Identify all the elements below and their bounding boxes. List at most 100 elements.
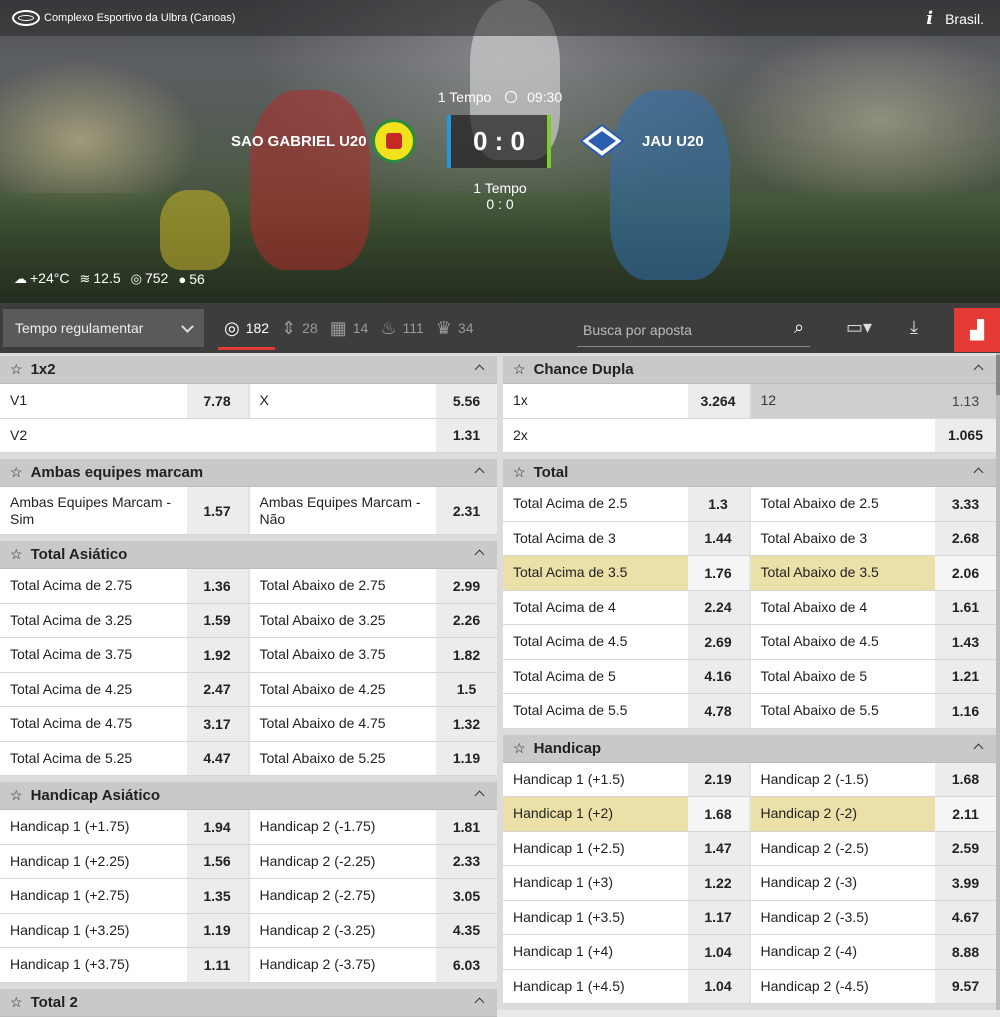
odds-value[interactable]: 1.3 <box>687 487 749 521</box>
odds-value[interactable]: 1.94 <box>186 810 248 844</box>
odds-value[interactable]: 1.92 <box>186 638 248 672</box>
odds-value[interactable]: 1.59 <box>186 603 248 637</box>
chevron-up-icon[interactable] <box>474 364 485 375</box>
odds-value[interactable]: 2.47 <box>186 672 248 706</box>
star-icon[interactable]: ☆ <box>10 994 23 1011</box>
odds-cell[interactable]: Total Acima de 4 2.24 <box>503 590 749 624</box>
tab-special-markets[interactable]: ♛ 34 <box>430 303 480 353</box>
stats-button[interactable]: ▟ <box>954 308 1000 352</box>
star-icon[interactable]: ☆ <box>513 361 526 378</box>
odds-cell[interactable]: Total Abaixo de 3.5 2.06 <box>748 556 996 590</box>
odds-value[interactable]: 3.05 <box>436 879 497 913</box>
odds-cell[interactable]: Handicap 1 (+3.5) 1.17 <box>503 900 749 934</box>
odds-cell[interactable]: Handicap 1 (+4) 1.04 <box>503 935 749 969</box>
odds-value[interactable]: 4.47 <box>186 741 248 775</box>
market-header[interactable]: ☆ Total Asiático <box>0 541 497 569</box>
scrollbar[interactable] <box>996 353 1000 1010</box>
odds-value[interactable]: 8.88 <box>935 935 996 969</box>
odds-value[interactable]: 4.78 <box>687 694 749 728</box>
odds-cell[interactable]: Handicap 1 (+3.25) 1.19 <box>0 913 248 947</box>
odds-cell[interactable]: Handicap 2 (-2.75) 3.05 <box>247 879 497 913</box>
odds-value[interactable]: 3.33 <box>935 487 996 521</box>
odds-cell[interactable]: Total Abaixo de 4.25 1.5 <box>247 672 497 706</box>
market-header[interactable]: ☆ Total 2 <box>0 988 497 1017</box>
odds-value[interactable]: 3.17 <box>186 707 248 741</box>
odds-cell[interactable]: Total Acima de 3.75 1.92 <box>0 638 248 672</box>
odds-cell[interactable]: Total Abaixo de 5 1.21 <box>748 659 996 693</box>
odds-value[interactable]: 1.065 <box>935 418 996 452</box>
odds-value[interactable]: 1.82 <box>436 638 497 672</box>
odds-value[interactable]: 2.06 <box>935 556 996 590</box>
odds-cell[interactable]: Total Acima de 2.5 1.3 <box>503 487 749 521</box>
odds-value[interactable]: 7.78 <box>186 384 248 418</box>
odds-cell[interactable]: Total Abaixo de 3 2.68 <box>748 521 996 555</box>
odds-value[interactable]: 1.47 <box>687 831 749 865</box>
odds-value[interactable]: 3.99 <box>935 866 996 900</box>
star-icon[interactable]: ☆ <box>10 464 23 481</box>
odds-cell[interactable]: Handicap 2 (-3.5) 4.67 <box>748 900 996 934</box>
odds-value[interactable]: 1.04 <box>687 935 749 969</box>
odds-cell[interactable]: Total Acima de 5.5 4.78 <box>503 694 749 728</box>
odds-value[interactable]: 9.57 <box>935 969 996 1003</box>
odds-cell[interactable]: Total Acima de 3.5 1.76 <box>503 556 749 590</box>
odds-cell[interactable]: Handicap 2 (-3) 3.99 <box>748 866 996 900</box>
odds-cell[interactable]: 1x 3.264 <box>503 384 749 418</box>
odds-cell[interactable]: Handicap 2 (-1.75) 1.81 <box>247 810 497 844</box>
chevron-up-icon[interactable] <box>973 743 984 753</box>
odds-value[interactable]: 2.99 <box>436 569 497 603</box>
chevron-up-icon[interactable] <box>474 790 485 801</box>
odds-cell[interactable]: Handicap 2 (-2.25) 2.33 <box>247 844 497 878</box>
odds-cell[interactable]: Ambas Equipes Marcam - Não 2.31 <box>247 487 497 534</box>
market-header[interactable]: ☆ Total <box>503 459 996 487</box>
odds-cell[interactable]: V1 7.78 <box>0 384 248 418</box>
tab-all-markets[interactable]: ◎ 182 <box>218 303 276 353</box>
odds-cell[interactable]: Handicap 1 (+1.5) 2.19 <box>503 762 749 796</box>
odds-cell[interactable]: Total Acima de 4.75 3.17 <box>0 707 248 741</box>
odds-value[interactable]: 1.68 <box>687 797 749 831</box>
odds-cell[interactable]: Total Abaixo de 4 1.61 <box>748 590 996 624</box>
odds-value[interactable]: 1.19 <box>186 913 248 947</box>
chevron-up-icon[interactable] <box>474 997 485 1007</box>
chevron-up-icon[interactable] <box>474 549 485 560</box>
odds-value[interactable]: 1.44 <box>687 521 749 555</box>
odds-value[interactable]: 2.11 <box>935 797 996 831</box>
odds-cell[interactable]: Total Acima de 5.25 4.47 <box>0 741 248 775</box>
chevron-up-icon[interactable] <box>474 467 485 478</box>
star-icon[interactable]: ☆ <box>10 787 23 804</box>
odds-value[interactable]: 1.32 <box>436 707 497 741</box>
odds-value[interactable]: 2.68 <box>935 521 996 555</box>
tab-stats-markets[interactable]: ▦ 14 <box>324 303 375 353</box>
odds-cell[interactable]: Handicap 1 (+2) 1.68 <box>503 797 749 831</box>
odds-value[interactable]: 2.31 <box>436 487 497 534</box>
market-search-input[interactable]: Busca por aposta <box>577 313 810 347</box>
odds-value[interactable]: 2.24 <box>687 590 749 624</box>
odds-cell[interactable]: Total Acima de 3.25 1.59 <box>0 603 248 637</box>
info-icon[interactable]: i <box>926 8 933 29</box>
odds-value[interactable]: 1.16 <box>935 694 996 728</box>
market-header[interactable]: ☆ Chance Dupla <box>503 356 996 384</box>
layout-columns-icon[interactable]: ▭▾ <box>846 317 872 338</box>
odds-cell[interactable]: Ambas Equipes Marcam - Sim 1.57 <box>0 487 248 534</box>
odds-cell[interactable]: Total Abaixo de 4.5 1.43 <box>748 625 996 659</box>
odds-cell[interactable]: Total Abaixo de 4.75 1.32 <box>247 707 497 741</box>
odds-cell[interactable]: Total Acima de 2.75 1.36 <box>0 569 248 603</box>
chevron-up-icon[interactable] <box>973 467 984 478</box>
collapse-all-icon[interactable]: ⤓ <box>910 317 918 338</box>
tab-main-markets[interactable]: ⇕ 28 <box>275 303 324 353</box>
odds-cell[interactable]: X 5.56 <box>247 384 497 418</box>
odds-cell[interactable]: Total Acima de 4.25 2.47 <box>0 672 248 706</box>
odds-value[interactable]: 1.81 <box>436 810 497 844</box>
odds-cell[interactable]: Handicap 1 (+1.75) 1.94 <box>0 810 248 844</box>
odds-value[interactable]: 1.11 <box>186 948 248 982</box>
odds-value[interactable]: 1.35 <box>186 879 248 913</box>
odds-value[interactable]: 1.31 <box>436 418 497 452</box>
star-icon[interactable]: ☆ <box>513 740 526 757</box>
odds-value[interactable]: 2.19 <box>687 762 749 796</box>
odds-cell[interactable]: Handicap 1 (+3) 1.22 <box>503 866 749 900</box>
odds-cell[interactable]: Handicap 2 (-4.5) 9.57 <box>748 969 996 1003</box>
odds-value[interactable]: 3.264 <box>687 384 749 418</box>
star-icon[interactable]: ☆ <box>513 464 526 481</box>
odds-cell[interactable]: Total Abaixo de 5.5 1.16 <box>748 694 996 728</box>
odds-value[interactable]: 1.22 <box>687 866 749 900</box>
odds-cell[interactable]: 2x 1.065 <box>503 418 996 452</box>
